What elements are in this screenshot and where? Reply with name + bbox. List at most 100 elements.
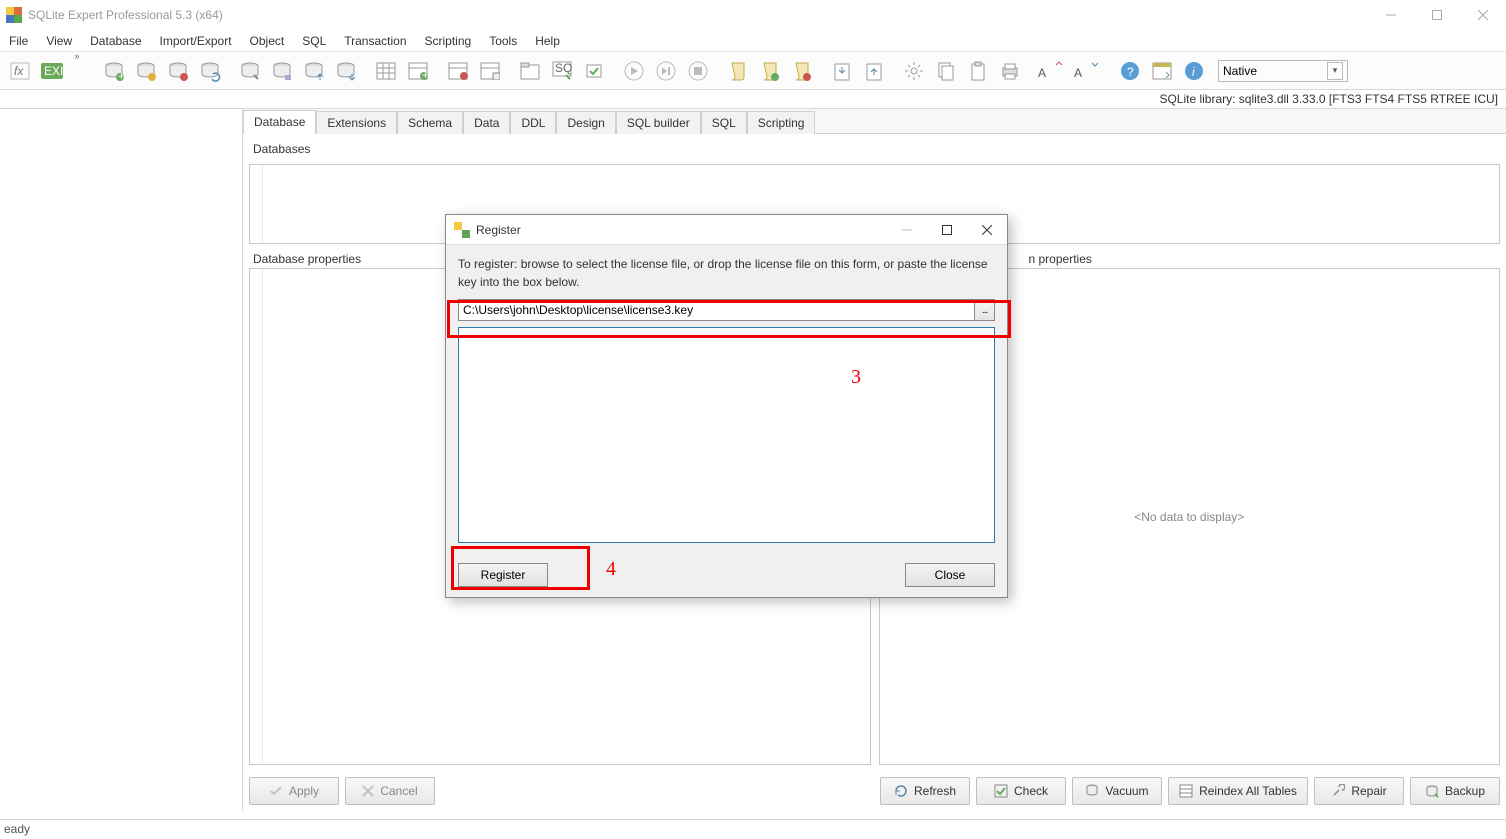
menu-view[interactable]: View	[37, 32, 81, 50]
repair-button[interactable]: Repair	[1314, 777, 1404, 805]
layout-icon[interactable]	[1148, 57, 1176, 85]
db-move-down-icon[interactable]	[332, 57, 360, 85]
font-decrease-icon[interactable]: A	[1072, 57, 1104, 85]
cancel-button[interactable]: Cancel	[345, 777, 435, 805]
backup-button[interactable]: Backup	[1410, 777, 1500, 805]
db-close-icon[interactable]	[164, 57, 192, 85]
tab-ddl[interactable]: DDL	[510, 111, 556, 134]
script-run-icon[interactable]	[788, 57, 816, 85]
window-controls	[1368, 0, 1506, 30]
minimize-button[interactable]	[1368, 0, 1414, 30]
stop-icon[interactable]	[684, 57, 712, 85]
help-icon[interactable]: ?	[1116, 57, 1144, 85]
close-button[interactable]: Close	[905, 563, 995, 587]
license-key-textarea[interactable]	[458, 327, 995, 543]
print-icon[interactable]	[996, 57, 1024, 85]
tab-sql[interactable]: SQL	[701, 111, 747, 134]
statusbar: eady	[0, 819, 1506, 839]
dialog-minimize-button[interactable]	[887, 216, 927, 244]
svg-text:+: +	[422, 68, 428, 80]
db-detach-icon[interactable]	[268, 57, 296, 85]
refresh-button[interactable]: Refresh	[880, 777, 970, 805]
dialog-icon	[454, 222, 470, 238]
step-icon[interactable]	[652, 57, 680, 85]
reindex-button[interactable]: Reindex All Tables	[1168, 777, 1308, 805]
chevron-down-icon: ▾	[1327, 62, 1343, 80]
svg-text:A: A	[1038, 66, 1046, 80]
dialog-title: Register	[476, 223, 887, 237]
titlebar: SQLite Expert Professional 5.3 (x64)	[0, 0, 1506, 30]
annotation-number-3: 3	[851, 366, 861, 389]
register-dialog: Register To register: browse to select t…	[445, 214, 1008, 598]
menu-import-export[interactable]: Import/Export	[151, 32, 241, 50]
exit-icon[interactable]: EXIT	[38, 57, 66, 85]
db-refresh-icon[interactable]	[196, 57, 224, 85]
menu-transaction[interactable]: Transaction	[335, 32, 415, 50]
menu-object[interactable]: Object	[241, 32, 294, 50]
font-increase-icon[interactable]: A	[1036, 57, 1068, 85]
check-button[interactable]: Check	[976, 777, 1066, 805]
copy-icon[interactable]	[932, 57, 960, 85]
paste-icon[interactable]	[964, 57, 992, 85]
table-delete-icon[interactable]	[444, 57, 472, 85]
engine-combo[interactable]: Native ▾	[1218, 60, 1348, 82]
no-data-text: <No data to display>	[1134, 510, 1244, 524]
engine-combo-value: Native	[1223, 64, 1257, 78]
script-icon[interactable]	[724, 57, 752, 85]
vacuum-button[interactable]: Vacuum	[1072, 777, 1162, 805]
dialog-close-button[interactable]	[967, 216, 1007, 244]
tab-extensions[interactable]: Extensions	[316, 111, 397, 134]
apply-button[interactable]: Apply	[249, 777, 339, 805]
menu-tools[interactable]: Tools	[480, 32, 526, 50]
svg-text:fx: fx	[14, 64, 24, 78]
table-clear-icon[interactable]	[476, 57, 504, 85]
svg-text:A: A	[1074, 66, 1082, 80]
fx-icon[interactable]: fx	[6, 57, 34, 85]
browse-button[interactable]: ...	[975, 299, 995, 321]
tab-design[interactable]: Design	[556, 111, 615, 134]
sql-check-icon[interactable]	[580, 57, 608, 85]
menu-sql[interactable]: SQL	[293, 32, 335, 50]
license-path-row: ...	[458, 299, 995, 321]
export-icon[interactable]	[860, 57, 888, 85]
databases-label: Databases	[249, 140, 1500, 158]
app-icon	[6, 7, 22, 23]
tab-strip: Database Extensions Schema Data DDL Desi…	[243, 109, 1506, 133]
table-icon[interactable]	[372, 57, 400, 85]
license-path-input[interactable]	[458, 299, 975, 321]
register-button[interactable]: Register	[458, 563, 548, 587]
app-title: SQLite Expert Professional 5.3 (x64)	[28, 8, 1368, 22]
toolbar-overflow-icon[interactable]: »	[70, 57, 84, 85]
db-move-up-icon[interactable]	[300, 57, 328, 85]
dialog-instruction: To register: browse to select the licens…	[458, 255, 995, 291]
db-open-icon[interactable]	[132, 57, 160, 85]
sql-tab-icon[interactable]	[516, 57, 544, 85]
menu-database[interactable]: Database	[81, 32, 150, 50]
close-button[interactable]	[1460, 0, 1506, 30]
info-icon[interactable]: i	[1180, 57, 1208, 85]
menu-file[interactable]: File	[0, 32, 37, 50]
tab-scripting[interactable]: Scripting	[747, 111, 816, 134]
tab-schema[interactable]: Schema	[397, 111, 463, 134]
dialog-titlebar: Register	[446, 215, 1007, 245]
svg-text:SQL: SQL	[555, 61, 572, 75]
script-new-icon[interactable]	[756, 57, 784, 85]
sidebar	[0, 109, 243, 811]
tab-data[interactable]: Data	[463, 111, 510, 134]
settings-icon[interactable]	[900, 57, 928, 85]
db-attach-icon[interactable]	[236, 57, 264, 85]
play-icon[interactable]	[620, 57, 648, 85]
tab-sql-builder[interactable]: SQL builder	[616, 111, 701, 134]
menu-scripting[interactable]: Scripting	[416, 32, 481, 50]
table-new-icon[interactable]: +	[404, 57, 432, 85]
annotation-number-4: 4	[606, 558, 616, 581]
tab-database[interactable]: Database	[243, 110, 316, 134]
db-new-icon[interactable]: +	[100, 57, 128, 85]
dialog-maximize-button[interactable]	[927, 216, 967, 244]
menu-help[interactable]: Help	[526, 32, 569, 50]
dialog-body: To register: browse to select the licens…	[446, 245, 1007, 553]
execute-sql-icon[interactable]: SQL	[548, 57, 576, 85]
maximize-button[interactable]	[1414, 0, 1460, 30]
import-icon[interactable]	[828, 57, 856, 85]
svg-text:?: ?	[1127, 65, 1134, 79]
